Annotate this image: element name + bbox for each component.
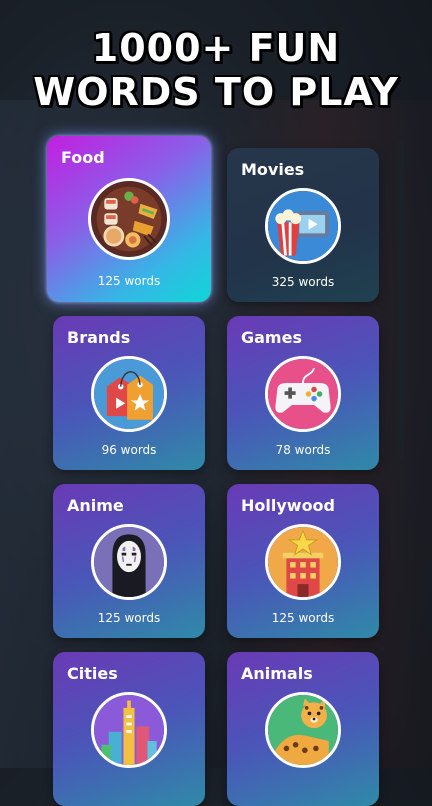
category-title: Hollywood (241, 496, 335, 515)
headline-line-2: WORDS TO PLAY (33, 70, 399, 114)
category-card-anime[interactable]: Anime 125 words (53, 484, 205, 638)
category-title: Games (241, 328, 302, 347)
category-word-count: 78 words (275, 443, 331, 457)
category-card-games[interactable]: Games 78 words (227, 316, 379, 470)
star-building-icon (265, 524, 341, 600)
category-card-cities[interactable]: Cities (53, 652, 205, 806)
category-card-movies[interactable]: Movies 325 words (227, 148, 379, 302)
category-title: Cities (67, 664, 118, 683)
category-title: Movies (241, 160, 305, 179)
headline-line-1: 1000+ FUN (91, 26, 341, 70)
popcorn-film-icon (265, 188, 341, 264)
category-card-brands[interactable]: Brands 96 words (53, 316, 205, 470)
skyline-icon (91, 692, 167, 768)
category-word-count: 325 words (271, 275, 335, 289)
price-tags-icon (91, 356, 167, 432)
category-word-count: 125 words (97, 611, 161, 625)
headline: 1000+ FUN WORDS TO PLAY (0, 26, 432, 114)
category-word-count: 125 words (271, 611, 335, 625)
category-card-animals[interactable]: Animals (227, 652, 379, 806)
category-title: Brands (67, 328, 131, 347)
masked-spirit-icon (91, 524, 167, 600)
category-card-food[interactable]: Food 125 words (47, 136, 211, 302)
background-lamp-post (398, 140, 404, 460)
gamepad-icon (265, 356, 341, 432)
leopard-icon (265, 692, 341, 768)
category-card-hollywood[interactable]: Hollywood 125 words (227, 484, 379, 638)
food-platter-icon (88, 178, 170, 260)
category-title: Anime (67, 496, 124, 515)
category-word-count: 125 words (97, 274, 161, 288)
category-title: Animals (241, 664, 313, 683)
category-word-count: 96 words (101, 443, 157, 457)
category-title: Food (61, 148, 105, 167)
